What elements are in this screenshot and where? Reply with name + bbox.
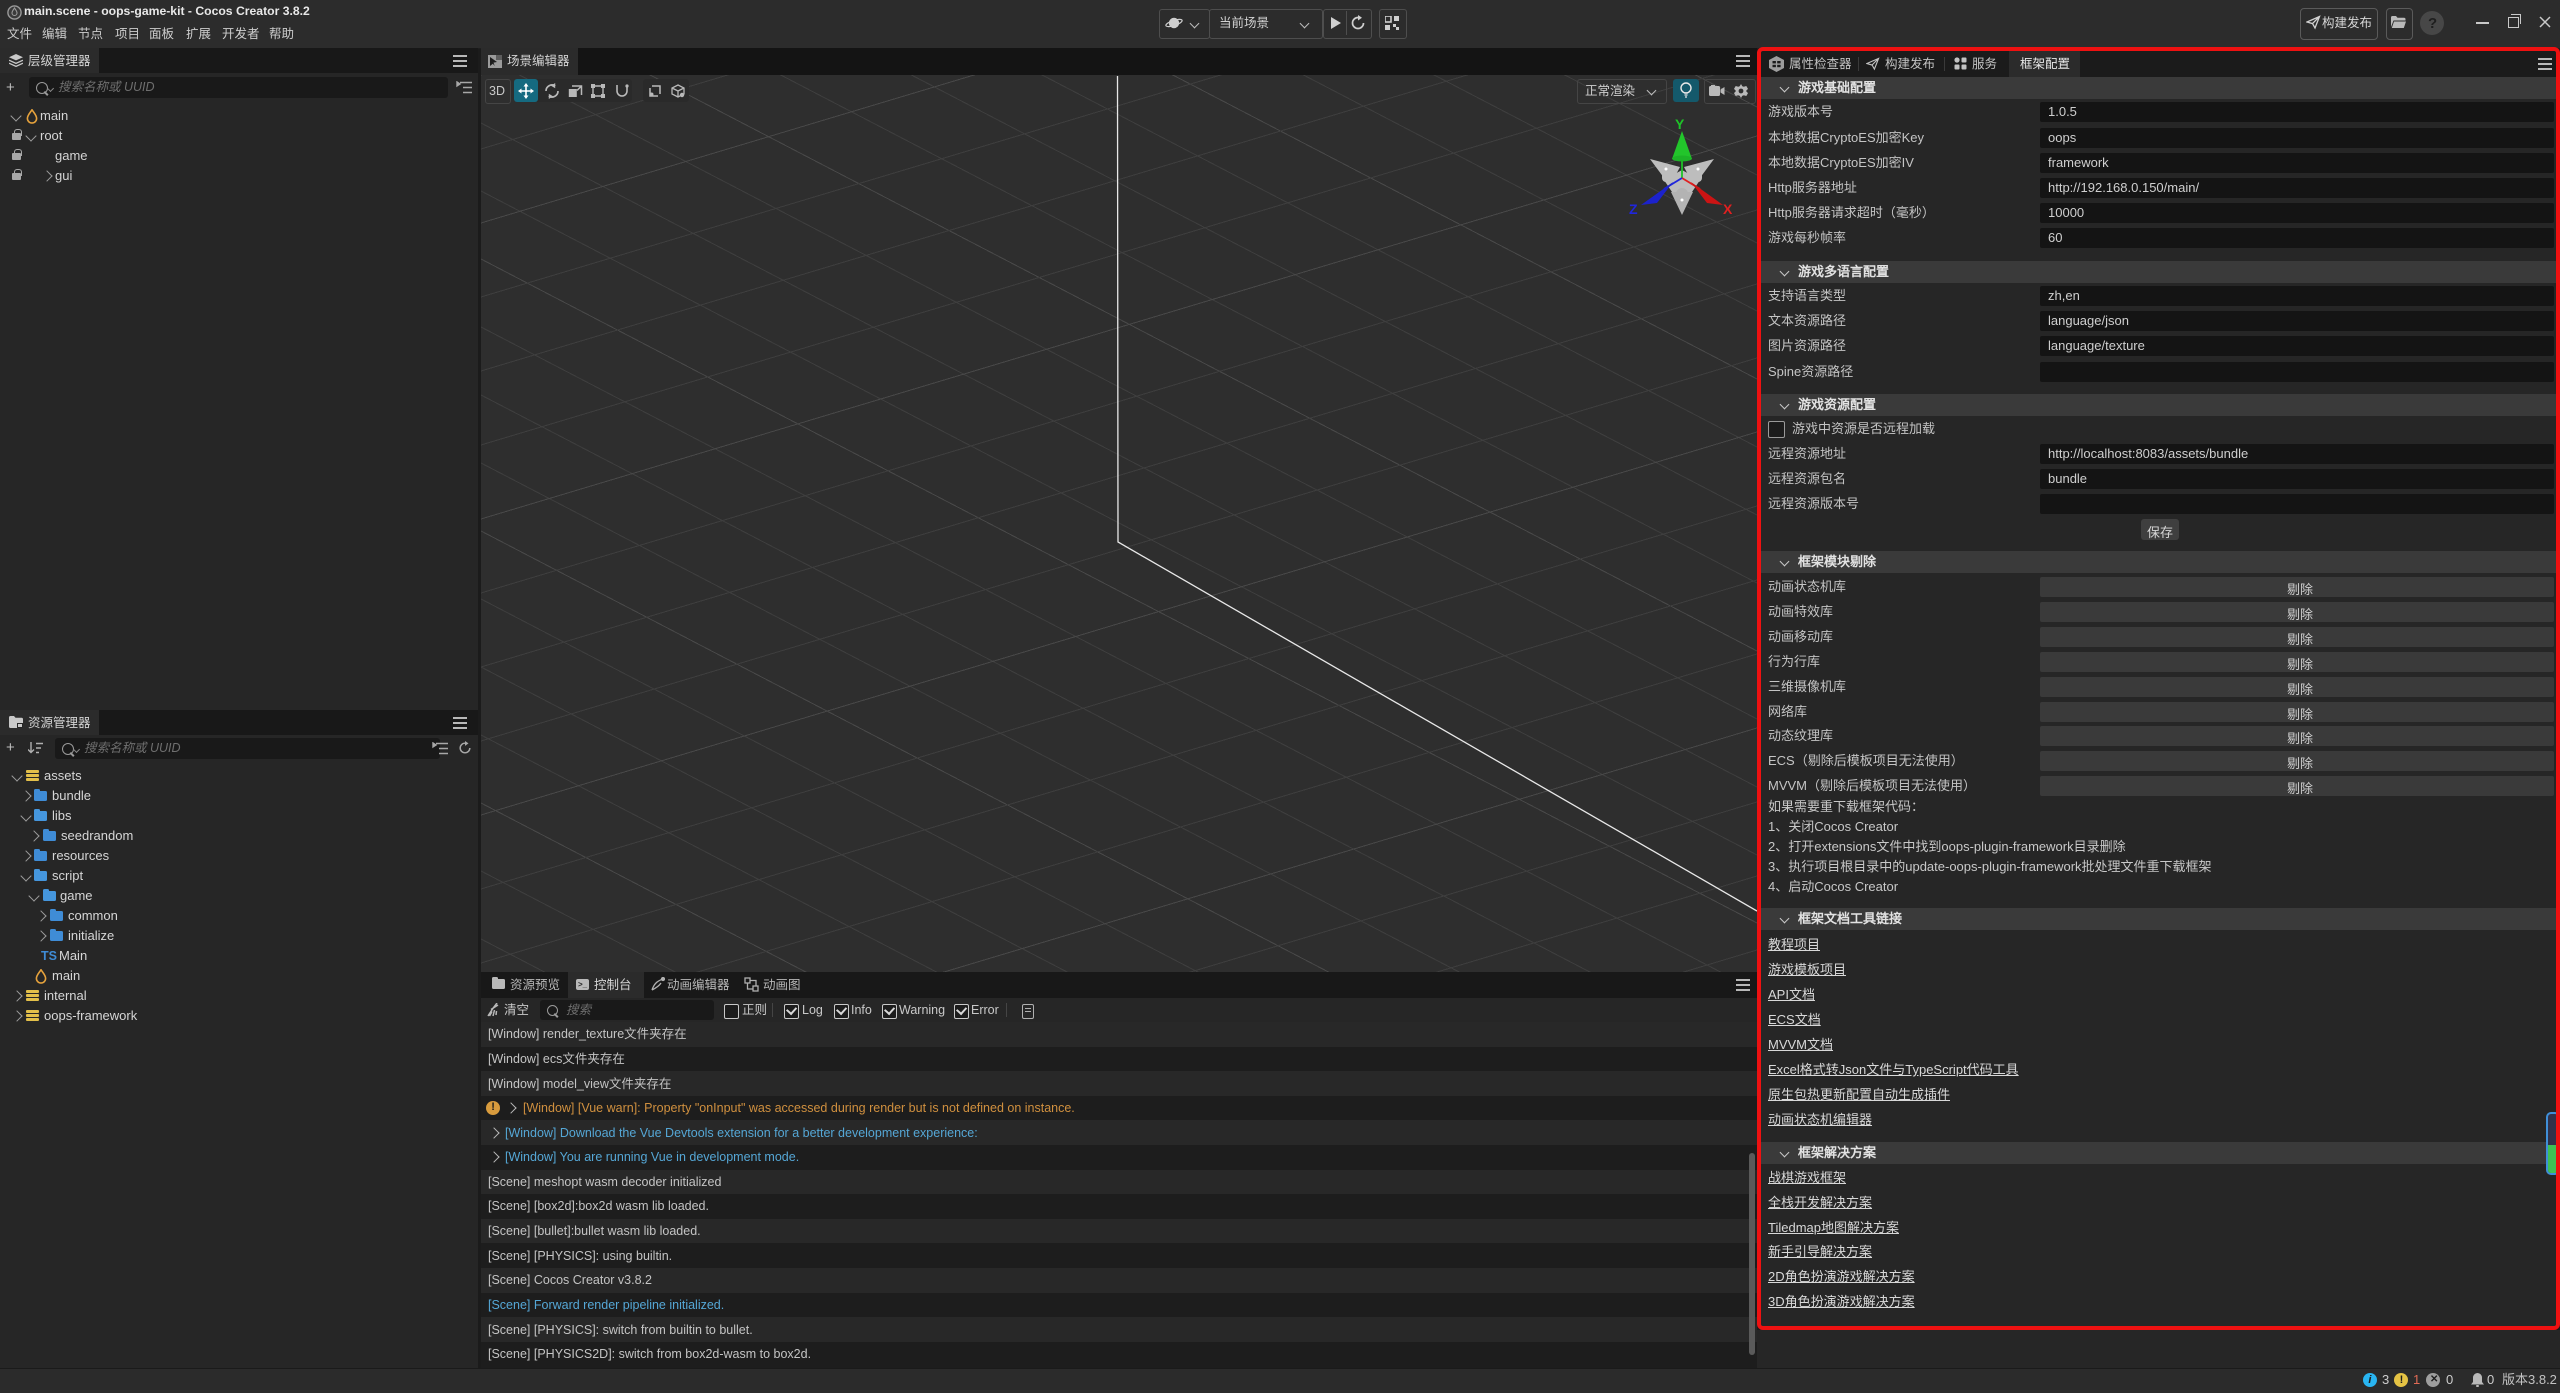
svg-text:Y: Y bbox=[1675, 116, 1685, 132]
svg-text:X: X bbox=[1723, 201, 1733, 217]
svg-text:Z: Z bbox=[1629, 201, 1638, 217]
